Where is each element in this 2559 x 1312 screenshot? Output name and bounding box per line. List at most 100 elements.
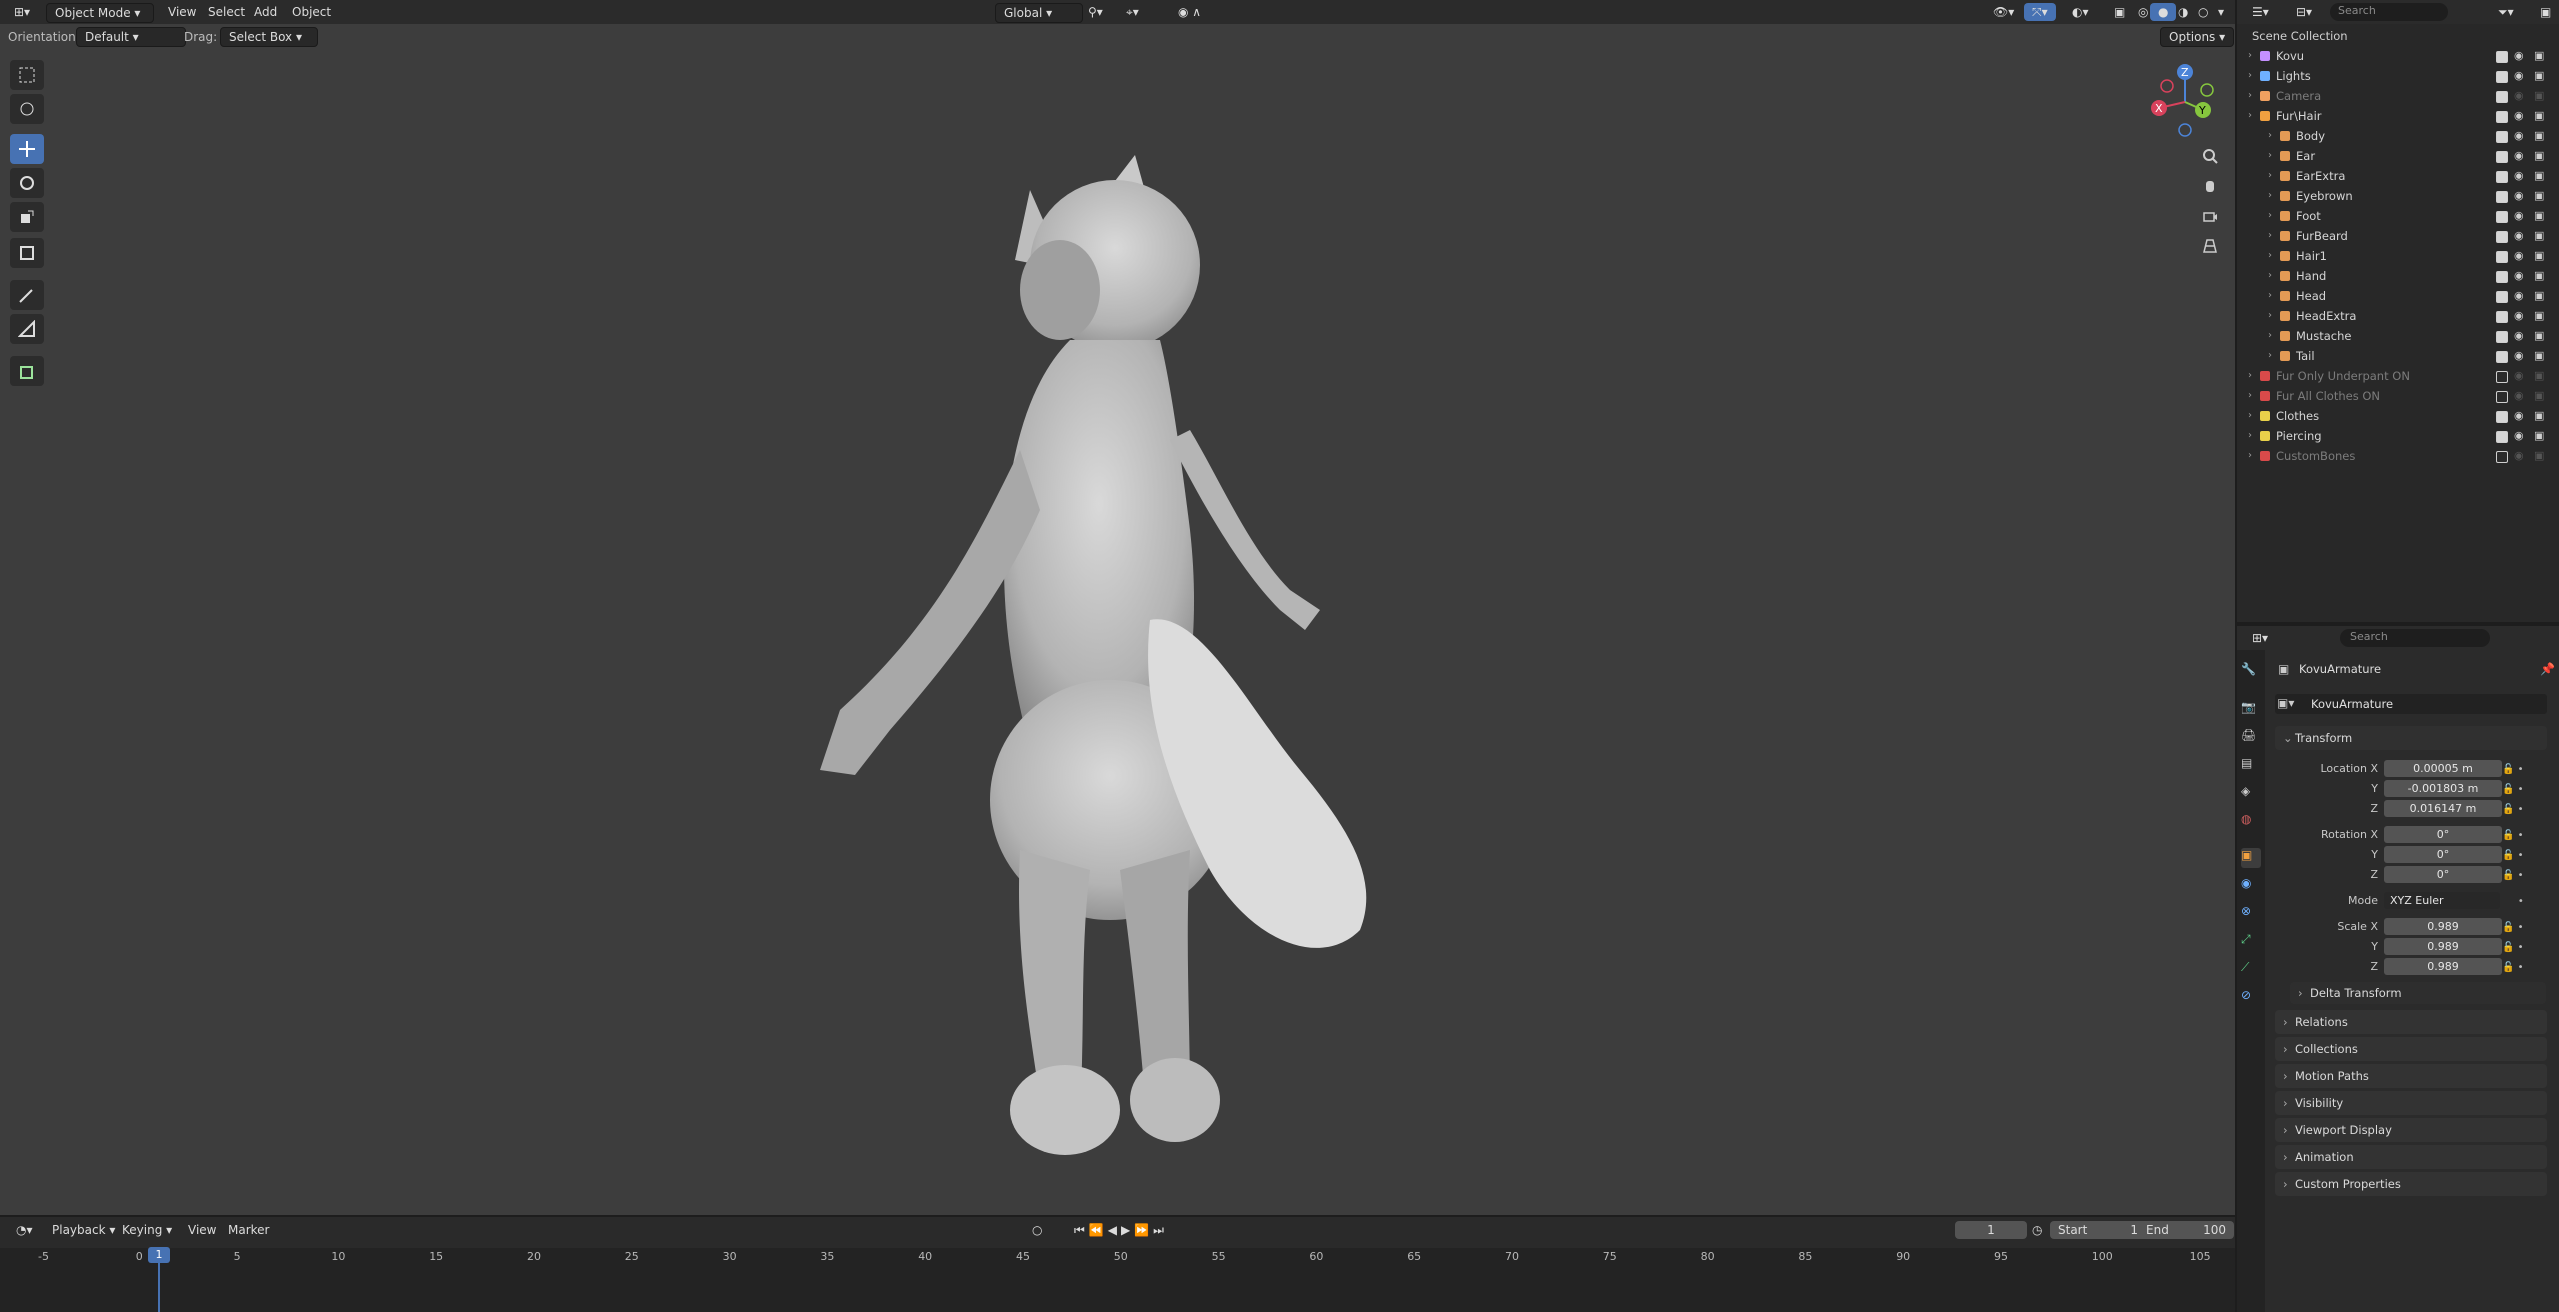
- shading-options-icon[interactable]: ▾: [2210, 3, 2232, 21]
- menu-view[interactable]: View: [160, 3, 204, 21]
- render-camera-icon[interactable]: ▣: [2534, 429, 2544, 442]
- render-camera-icon[interactable]: ▣: [2534, 249, 2544, 262]
- navigation-gizmo[interactable]: Z X Y: [2145, 60, 2225, 140]
- panel-visibility[interactable]: › Visibility: [2275, 1091, 2547, 1115]
- outliner-row[interactable]: › Hand: [2240, 266, 2556, 286]
- expand-chevron-icon[interactable]: ›: [2268, 326, 2272, 346]
- overlay-icon[interactable]: ◐▾: [2064, 3, 2097, 21]
- visibility-eye-icon[interactable]: ◉: [2514, 49, 2524, 62]
- world-tab-icon[interactable]: ◍: [2241, 812, 2261, 832]
- marker-menu[interactable]: Marker: [220, 1221, 277, 1239]
- outliner-row[interactable]: › HeadExtra: [2240, 306, 2556, 326]
- render-camera-icon[interactable]: ▣: [2534, 229, 2544, 242]
- visibility-eye-icon[interactable]: ◉: [2514, 349, 2524, 362]
- render-camera-icon[interactable]: ▣: [2534, 49, 2544, 62]
- pin-icon[interactable]: 📌: [2540, 662, 2555, 676]
- preview-range-icon[interactable]: ◷: [2024, 1221, 2050, 1239]
- scale-z-field[interactable]: 0.989: [2384, 958, 2502, 975]
- bone-constraint-tab-icon[interactable]: ⊘: [2241, 988, 2261, 1008]
- outliner-row[interactable]: › Head: [2240, 286, 2556, 306]
- exclude-checkbox[interactable]: [2496, 211, 2508, 223]
- render-camera-icon[interactable]: ▣: [2534, 349, 2544, 362]
- rotation-x-field[interactable]: 0°: [2384, 826, 2502, 843]
- outliner-row[interactable]: › Fur Only Underpant ON: [2240, 366, 2556, 386]
- render-camera-icon[interactable]: ▣: [2534, 129, 2544, 142]
- expand-chevron-icon[interactable]: ›: [2268, 126, 2272, 146]
- outliner-row[interactable]: › Mustache: [2240, 326, 2556, 346]
- keying-menu[interactable]: Keying ▾: [114, 1221, 180, 1239]
- render-camera-icon[interactable]: ▣: [2534, 189, 2544, 202]
- visibility-eye-icon[interactable]: ◉: [2514, 169, 2524, 182]
- auto-keying-icon[interactable]: ○: [1024, 1221, 1050, 1239]
- pivot-icon[interactable]: ⚲▾: [1080, 3, 1111, 21]
- outliner-row[interactable]: › Clothes: [2240, 406, 2556, 426]
- move-tool[interactable]: [10, 134, 44, 164]
- panel-relations[interactable]: › Relations: [2275, 1010, 2547, 1034]
- proportional-edit-icon[interactable]: ◉ ∧: [1170, 3, 1209, 21]
- character-model[interactable]: [780, 150, 1400, 1170]
- scale-x-field[interactable]: 0.989: [2384, 918, 2502, 935]
- menu-object[interactable]: Object: [284, 3, 339, 21]
- expand-chevron-icon[interactable]: ›: [2248, 446, 2252, 466]
- visibility-eye-icon[interactable]: ◉: [2514, 89, 2524, 102]
- output-tab-icon[interactable]: 🖨: [2241, 728, 2261, 748]
- expand-chevron-icon[interactable]: ›: [2248, 426, 2252, 446]
- visibility-eye-icon[interactable]: ◉: [2514, 329, 2524, 342]
- exclude-checkbox[interactable]: [2496, 311, 2508, 323]
- end-frame-field[interactable]: End 100: [2138, 1221, 2234, 1239]
- transform-lock-icons[interactable]: 🔓 • 🔓 • 🔓 • 🔓 • 🔓 • 🔓 • • 🔓 • 🔓 • 🔓 •: [2502, 760, 2552, 976]
- outliner-editor-icon[interactable]: ☰▾: [2244, 3, 2277, 21]
- timeline-view-menu[interactable]: View: [180, 1221, 224, 1239]
- outliner-row[interactable]: › EarExtra: [2240, 166, 2556, 186]
- render-camera-icon[interactable]: ▣: [2534, 449, 2544, 462]
- visibility-eye-icon[interactable]: ◉: [2514, 209, 2524, 222]
- zoom-icon[interactable]: [2198, 144, 2222, 168]
- snap-icon[interactable]: ⌖▾: [1118, 3, 1147, 21]
- measure-tool[interactable]: [10, 314, 44, 344]
- exclude-checkbox[interactable]: [2496, 51, 2508, 63]
- display-mode-icon[interactable]: ⊟▾: [2288, 3, 2320, 21]
- visibility-eye-icon[interactable]: ◉: [2514, 189, 2524, 202]
- render-camera-icon[interactable]: ▣: [2534, 209, 2544, 222]
- exclude-checkbox[interactable]: [2496, 291, 2508, 303]
- visibility-eye-icon[interactable]: ◉: [2514, 389, 2524, 402]
- visibility-eye-icon[interactable]: ◉: [2514, 229, 2524, 242]
- exclude-checkbox[interactable]: [2496, 271, 2508, 283]
- annotate-tool[interactable]: [10, 280, 44, 310]
- visibility-eye-icon[interactable]: ◉: [2514, 369, 2524, 382]
- expand-chevron-icon[interactable]: ›: [2268, 166, 2272, 186]
- render-camera-icon[interactable]: ▣: [2534, 309, 2544, 322]
- panel-motion-paths[interactable]: › Motion Paths: [2275, 1064, 2547, 1088]
- transform-orientation-dropdown[interactable]: Global ▾: [995, 3, 1083, 23]
- outliner-row[interactable]: › FurBeard: [2240, 226, 2556, 246]
- exclude-checkbox[interactable]: [2496, 371, 2508, 383]
- expand-chevron-icon[interactable]: ›: [2268, 306, 2272, 326]
- outliner-row[interactable]: › CustomBones: [2240, 446, 2556, 466]
- panel-custom-properties[interactable]: › Custom Properties: [2275, 1172, 2547, 1196]
- expand-chevron-icon[interactable]: ›: [2268, 146, 2272, 166]
- expand-chevron-icon[interactable]: ›: [2248, 106, 2252, 126]
- properties-editor-icon[interactable]: ⊞▾: [2244, 629, 2276, 647]
- rotate-tool[interactable]: [10, 168, 44, 198]
- visibility-eye-icon[interactable]: ◉: [2514, 149, 2524, 162]
- exclude-checkbox[interactable]: [2496, 391, 2508, 403]
- visibility-eye-icon[interactable]: ◉: [2514, 309, 2524, 322]
- visibility-eye-icon[interactable]: ◉: [2514, 449, 2524, 462]
- panel-viewport-display[interactable]: › Viewport Display: [2275, 1118, 2547, 1142]
- exclude-checkbox[interactable]: [2496, 331, 2508, 343]
- object-tab-icon[interactable]: ▣: [2241, 848, 2261, 868]
- scale-tool[interactable]: [10, 202, 44, 232]
- drag-dropdown[interactable]: Select Box ▾: [220, 27, 318, 47]
- exclude-checkbox[interactable]: [2496, 191, 2508, 203]
- playback-controls[interactable]: ⏮⏪◀▶⏩⏭: [1066, 1221, 1176, 1239]
- rotation-y-field[interactable]: 0°: [2384, 846, 2502, 863]
- bone-tab-icon[interactable]: ⟋: [2241, 960, 2261, 980]
- cursor-tool[interactable]: [10, 94, 44, 124]
- playhead-line[interactable]: [158, 1262, 160, 1312]
- current-frame-field[interactable]: 1: [1955, 1221, 2027, 1239]
- exclude-checkbox[interactable]: [2496, 131, 2508, 143]
- start-frame-field[interactable]: Start 1: [2050, 1221, 2146, 1239]
- outliner-row[interactable]: › Camera: [2240, 86, 2556, 106]
- location-x-field[interactable]: 0.00005 m: [2384, 760, 2502, 777]
- exclude-checkbox[interactable]: [2496, 111, 2508, 123]
